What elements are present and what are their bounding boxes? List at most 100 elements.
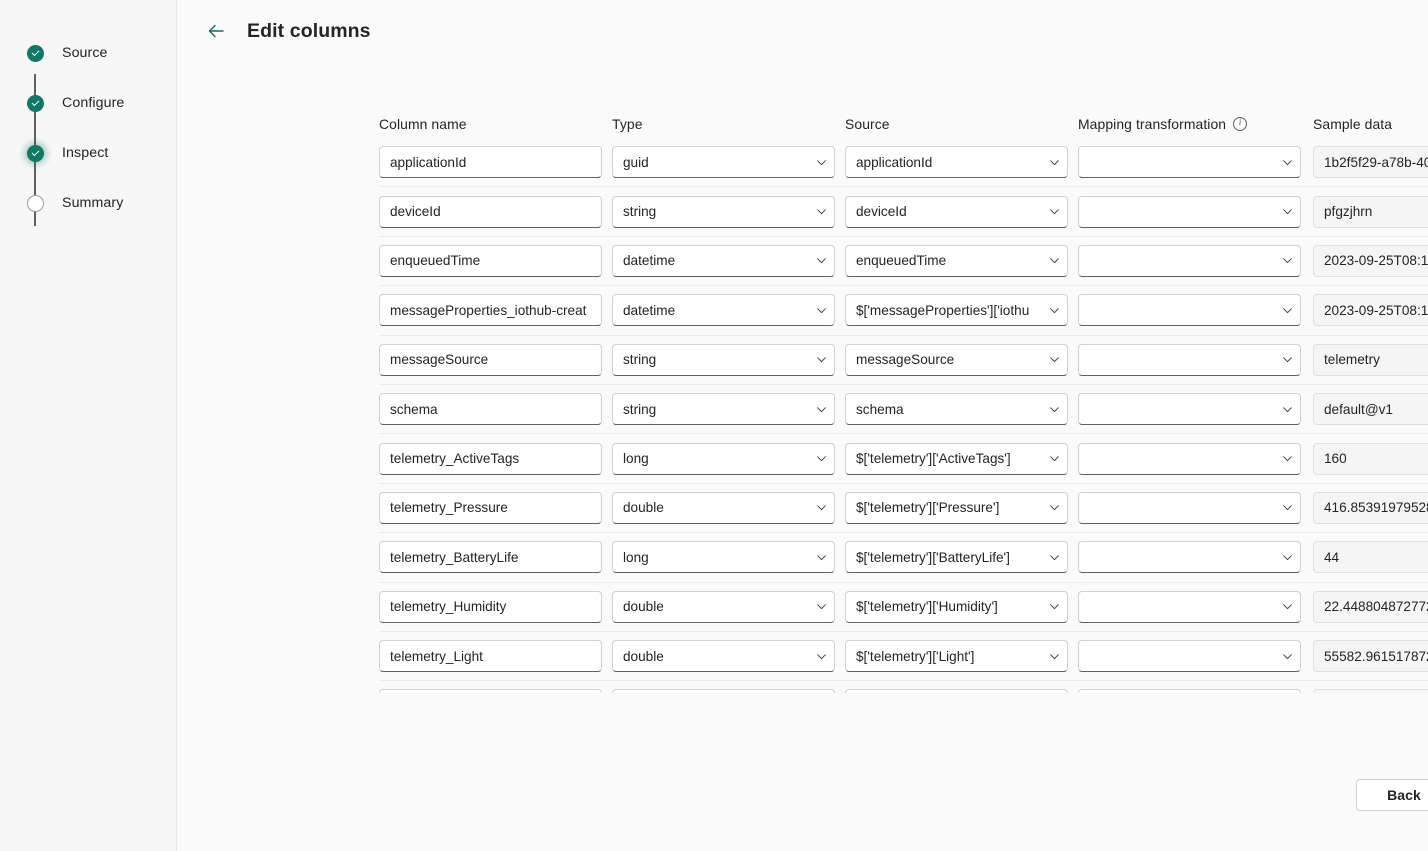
cell-mapping-transformation [1078,393,1313,426]
header-column-name: Column name [379,116,467,132]
mapping-transformation-select[interactable] [1078,541,1301,574]
source-select[interactable]: applicationId [845,146,1068,179]
back-arrow-icon[interactable] [203,18,229,44]
cell-type [612,689,845,693]
type-value: string [623,352,657,368]
mapping-transformation-select[interactable] [1078,244,1301,277]
type-value: double [623,599,664,615]
cell-source: $['telemetry']['Light'] [845,640,1078,673]
source-select[interactable]: schema [845,393,1068,426]
source-value: enqueuedTime [856,253,947,269]
type-value: guid [623,154,649,170]
type-select[interactable]: double [612,590,835,623]
type-select[interactable]: double [612,491,835,524]
mapping-transformation-select[interactable] [1078,442,1301,475]
column-name-value: telemetry_BatteryLife [390,549,519,565]
chevron-down-icon [815,600,828,613]
source-select[interactable]: $['telemetry']['Pressure'] [845,491,1068,524]
sample-data-field: telemetry [1313,343,1428,376]
mapping-transformation-select[interactable] [1078,689,1301,693]
type-select[interactable] [612,689,835,693]
type-select[interactable]: guid [612,146,835,179]
sidebar-step-label: Inspect [62,145,109,161]
column-name-input[interactable]: telemetry_Pressure [379,491,602,524]
type-select[interactable]: double [612,640,835,673]
column-name-input[interactable]: telemetry_ActiveTags [379,442,602,475]
source-value: $['telemetry']['Humidity'] [856,599,998,615]
column-name-input[interactable] [379,689,602,693]
cell-sample-data: 2023-09-25T08:11:09.05Z [1313,294,1428,327]
column-name-input[interactable]: telemetry_Light [379,640,602,673]
sample-data-field: 2023-09-25T08:11:09.09Z [1313,244,1428,277]
source-value: $['telemetry']['Pressure'] [856,500,1000,516]
mapping-transformation-select[interactable] [1078,195,1301,228]
source-select[interactable]: $['telemetry']['Humidity'] [845,590,1068,623]
column-name-input[interactable]: enqueuedTime [379,244,602,277]
type-select[interactable]: datetime [612,294,835,327]
column-name-value: deviceId [390,204,441,220]
column-name-input[interactable]: messageSource [379,343,602,376]
cell-column-name: telemetry_Humidity [379,590,612,623]
table-row: telemetry_BatteryLife long $['telemetry'][… [379,533,1428,583]
mapping-transformation-select[interactable] [1078,146,1301,179]
panel-header: Edit columns [177,0,1428,62]
cell-column-name: messageProperties_iothub-creat [379,294,612,327]
source-select[interactable]: deviceId [845,195,1068,228]
cell-sample-data: 416.85391979528436 [1313,491,1428,524]
sidebar-step-source[interactable]: Source [27,28,176,78]
type-select[interactable]: string [612,343,835,376]
column-name-value: messageSource [390,352,489,368]
sample-data-value: 2023-09-25T08:11:09.09Z [1324,253,1428,269]
column-name-input[interactable]: telemetry_BatteryLife [379,541,602,574]
type-select[interactable]: string [612,393,835,426]
sample-data-field: default@v1 [1313,393,1428,426]
sample-data-field: 1b2f5f29-a78b-4012-bf31-201... [1313,146,1428,179]
column-name-input[interactable]: applicationId [379,146,602,179]
chevron-down-icon [1048,650,1061,663]
type-select[interactable]: long [612,442,835,475]
type-select[interactable]: long [612,541,835,574]
type-select[interactable]: datetime [612,244,835,277]
chevron-down-icon [815,254,828,267]
cell-mapping-transformation [1078,590,1313,623]
chevron-down-icon [1048,600,1061,613]
source-select[interactable] [845,689,1068,693]
mapping-transformation-select[interactable] [1078,640,1301,673]
source-select[interactable]: enqueuedTime [845,244,1068,277]
sidebar-step-inspect[interactable]: Inspect [27,128,176,178]
mapping-transformation-select[interactable] [1078,590,1301,623]
mapping-transformation-select[interactable] [1078,393,1301,426]
sidebar-step-configure[interactable]: Configure [27,78,176,128]
cell-type: datetime [612,244,845,277]
cell-type: datetime [612,294,845,327]
cell-sample-data: 44 [1313,541,1428,574]
header-type: Type [612,116,643,132]
type-value: double [623,648,664,664]
source-select[interactable]: $['messageProperties']['iothu [845,294,1068,327]
back-button[interactable]: Back [1356,779,1428,811]
mapping-transformation-select[interactable] [1078,343,1301,376]
type-select[interactable]: string [612,195,835,228]
source-select[interactable]: $['telemetry']['BatteryLife'] [845,541,1068,574]
type-value: string [623,204,657,220]
column-name-input[interactable]: messageProperties_iothub-creat [379,294,602,327]
check-circle-icon [27,144,44,162]
mapping-transformation-select[interactable] [1078,491,1301,524]
chevron-down-icon [815,551,828,564]
cell-sample-data: 160 [1313,442,1428,475]
column-name-input[interactable]: schema [379,393,602,426]
info-circle-icon[interactable]: i [1233,117,1248,131]
source-select[interactable]: $['telemetry']['ActiveTags'] [845,442,1068,475]
cell-source [845,689,1078,693]
column-name-value: applicationId [390,154,467,170]
cell-column-name: telemetry_ActiveTags [379,442,612,475]
mapping-transformation-select[interactable] [1078,294,1301,327]
header-mapping-transformation: Mapping transformation i [1078,116,1313,132]
column-name-input[interactable]: deviceId [379,195,602,228]
sample-data-field: 55582.96151787265 [1313,640,1428,673]
sidebar-step-summary[interactable]: Summary [27,178,176,228]
source-select[interactable]: messageSource [845,343,1068,376]
source-select[interactable]: $['telemetry']['Light'] [845,640,1068,673]
cell-sample-data: 22.44880487277228 [1313,590,1428,623]
column-name-input[interactable]: telemetry_Humidity [379,590,602,623]
